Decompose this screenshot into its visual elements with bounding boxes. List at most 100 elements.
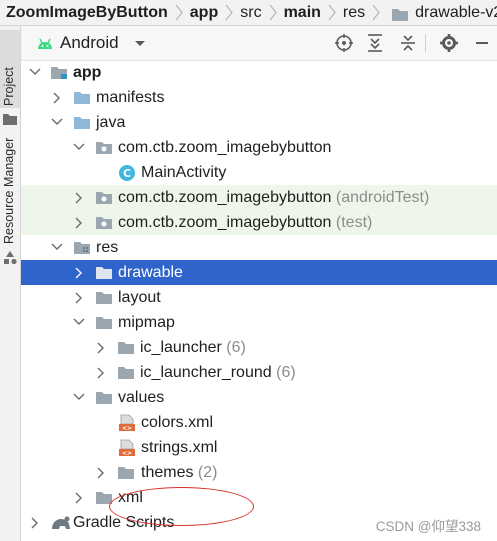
chevron-right-icon[interactable] xyxy=(50,85,64,110)
package-icon xyxy=(95,185,113,210)
chevron-right-icon[interactable] xyxy=(72,260,86,285)
view-mode-selector[interactable]: Android xyxy=(60,26,119,60)
class-icon: C xyxy=(118,160,136,185)
folder-icon xyxy=(391,5,409,25)
tree-row-main-activity[interactable]: C MainActivity xyxy=(21,160,497,185)
tree-label: com.ctb.zoom_imagebybutton xyxy=(118,139,332,156)
breadcrumb-drawable-v24[interactable]: drawable-v24 xyxy=(415,0,497,25)
tree-label: manifests xyxy=(96,89,165,106)
watermark: CSDN @仰望338 xyxy=(375,519,481,534)
hide-icon[interactable] xyxy=(473,26,491,60)
breadcrumb-project[interactable]: ZoomImageByButton xyxy=(0,0,168,25)
svg-text:C: C xyxy=(123,167,131,180)
tree-label: app xyxy=(73,64,102,81)
tree-label: java xyxy=(96,114,126,131)
project-tab[interactable]: Project xyxy=(0,30,20,108)
package-icon xyxy=(95,135,113,160)
tree-row-values[interactable]: values xyxy=(21,385,497,410)
chevron-right-icon[interactable] xyxy=(72,485,86,510)
dropdown-icon[interactable] xyxy=(133,26,147,60)
gradle-icon xyxy=(50,510,72,535)
folder-icon xyxy=(95,485,113,510)
tree-row-res[interactable]: res xyxy=(21,235,497,260)
breadcrumb-src[interactable]: src xyxy=(240,0,261,25)
chevron-right-icon[interactable] xyxy=(94,360,108,385)
svg-text:<>: <> xyxy=(122,450,132,457)
tool-window-strip: Project Resource Manager xyxy=(0,26,21,541)
project-tab-label: Project xyxy=(2,67,16,106)
xml-file-icon: <> xyxy=(118,410,136,435)
chevron-down-icon[interactable] xyxy=(50,235,64,260)
folder-icon xyxy=(117,335,135,360)
tree-row-package-android-test[interactable]: com.ctb.zoom_imagebybutton (androidTest) xyxy=(21,185,497,210)
chevron-right-icon xyxy=(262,0,284,25)
tree-row-package-main[interactable]: com.ctb.zoom_imagebybutton xyxy=(21,135,497,160)
tree-label: com.ctb.zoom_imagebybutton (test) xyxy=(118,214,373,231)
module-folder-icon xyxy=(50,60,68,85)
folder-icon xyxy=(117,360,135,385)
chevron-right-icon[interactable] xyxy=(94,335,108,360)
tree-row-mipmap[interactable]: mipmap xyxy=(21,310,497,335)
tree-row-app[interactable]: app xyxy=(21,60,497,85)
project-toolbar: Android xyxy=(21,26,497,61)
tree-label: mipmap xyxy=(118,314,175,331)
tree-row-ic-launcher-round[interactable]: ic_launcher_round (6) xyxy=(21,360,497,385)
breadcrumb-app[interactable]: app xyxy=(190,0,218,25)
tree-label: xml xyxy=(118,489,143,506)
folder-icon xyxy=(117,460,135,485)
chevron-right-icon xyxy=(168,0,190,25)
locate-icon[interactable] xyxy=(334,26,354,60)
toolbar-divider xyxy=(425,34,426,52)
tree-label: MainActivity xyxy=(141,164,227,181)
chevron-down-icon[interactable] xyxy=(28,60,42,85)
chevron-down-icon[interactable] xyxy=(72,135,86,160)
tree-label: ic_launcher (6) xyxy=(140,339,246,356)
chevron-right-icon[interactable] xyxy=(72,210,86,235)
tree-label: colors.xml xyxy=(141,414,214,431)
tree-row-manifests[interactable]: manifests xyxy=(21,85,497,110)
chevron-down-icon[interactable] xyxy=(50,110,64,135)
xml-file-icon: <> xyxy=(118,435,136,460)
resource-manager-icon xyxy=(2,250,18,271)
tree-row-ic-launcher[interactable]: ic_launcher (6) xyxy=(21,335,497,360)
chevron-right-icon[interactable] xyxy=(28,510,42,535)
collapse-all-icon[interactable] xyxy=(399,26,417,60)
tree-row-layout[interactable]: layout xyxy=(21,285,497,310)
tree-label: res xyxy=(96,239,119,256)
tree-label: themes (2) xyxy=(141,464,218,481)
resource-manager-tab-label: Resource Manager xyxy=(2,137,16,244)
folder-icon xyxy=(95,310,113,335)
folder-icon xyxy=(73,110,91,135)
svg-text:<>: <> xyxy=(122,425,132,432)
package-icon xyxy=(95,210,113,235)
breadcrumb-res[interactable]: res xyxy=(343,0,365,25)
resource-folder-icon xyxy=(73,235,91,260)
tree-row-xml[interactable]: xml xyxy=(21,485,497,510)
tree-label: strings.xml xyxy=(141,439,218,456)
android-icon xyxy=(35,26,55,60)
tree-row-drawable[interactable]: drawable xyxy=(21,260,497,285)
settings-icon[interactable] xyxy=(440,26,458,60)
folder-icon xyxy=(73,85,91,110)
chevron-right-icon[interactable] xyxy=(72,285,86,310)
tree-label: layout xyxy=(118,289,161,306)
tree-row-colors-xml[interactable]: <> colors.xml xyxy=(21,410,497,435)
chevron-right-icon xyxy=(321,0,343,25)
tree-label: drawable xyxy=(118,264,183,281)
tree-row-java[interactable]: java xyxy=(21,110,497,135)
folder-icon xyxy=(95,260,113,285)
chevron-right-icon[interactable] xyxy=(72,185,86,210)
tree-label: values xyxy=(118,389,165,406)
tree-label: Gradle Scripts xyxy=(73,514,175,531)
folder-icon xyxy=(95,285,113,310)
chevron-right-icon[interactable] xyxy=(94,460,108,485)
tree-row-themes[interactable]: themes (2) xyxy=(21,460,497,485)
tree-row-package-test[interactable]: com.ctb.zoom_imagebybutton (test) xyxy=(21,210,497,235)
chevron-right-icon xyxy=(218,0,240,25)
tree-row-strings-xml[interactable]: <> strings.xml xyxy=(21,435,497,460)
chevron-down-icon[interactable] xyxy=(72,310,86,335)
expand-all-icon[interactable] xyxy=(366,26,384,60)
breadcrumb: ZoomImageByButton app src main res drawable-v… xyxy=(0,0,497,26)
breadcrumb-main[interactable]: main xyxy=(284,0,321,25)
chevron-down-icon[interactable] xyxy=(72,385,86,410)
